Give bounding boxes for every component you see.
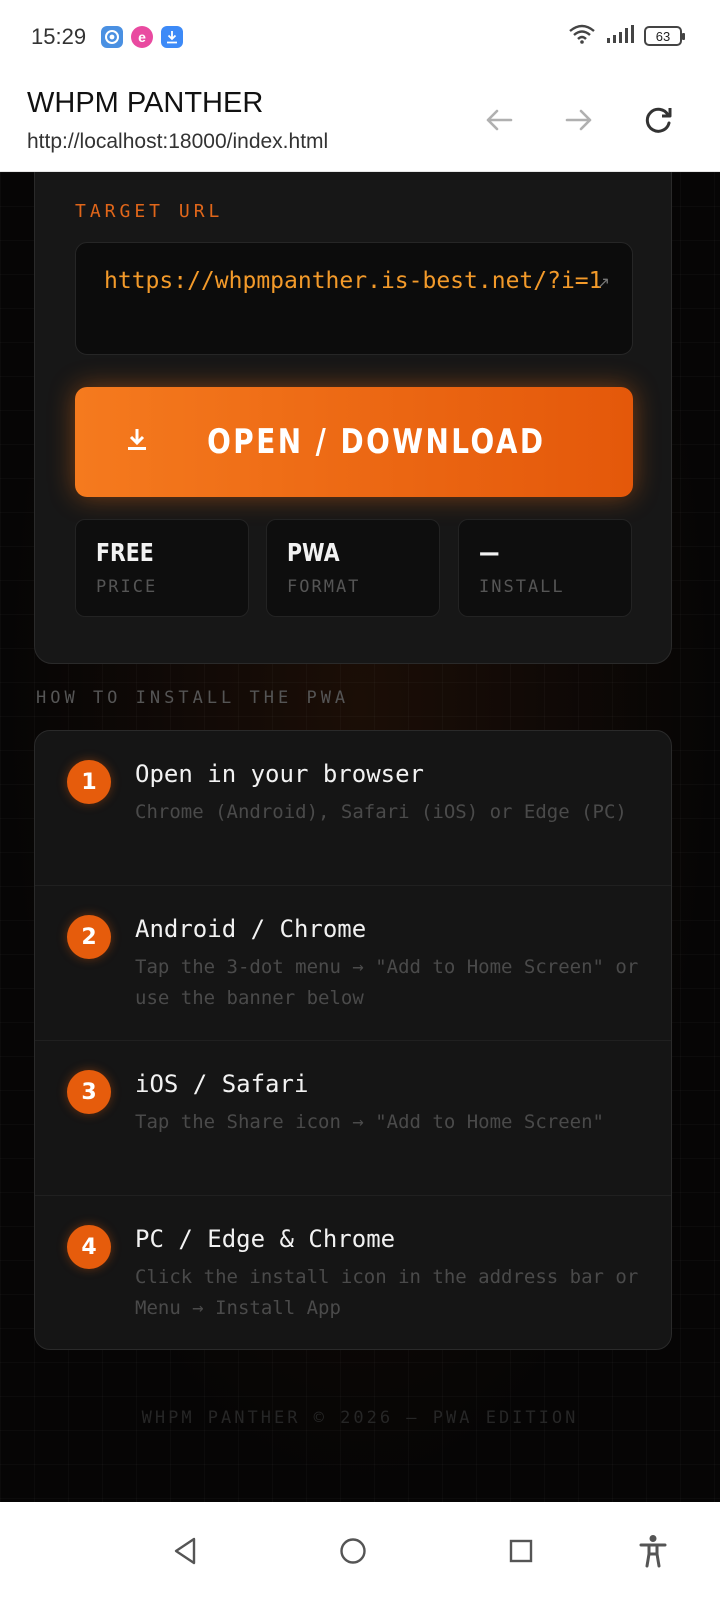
- install-steps: 1 Open in your browser Chrome (Android),…: [34, 730, 672, 1350]
- download-card: TARGET URL https://whpmpanther.is-best.n…: [34, 172, 672, 664]
- target-url-label: TARGET URL: [75, 201, 224, 222]
- step-title: iOS / Safari: [135, 1070, 309, 1098]
- target-url-box[interactable]: https://whpmpanther.is-best.net/?i=1 ↗: [75, 242, 633, 355]
- status-indicators: 63: [568, 24, 685, 48]
- stat-price: FREE PRICE: [75, 519, 249, 617]
- signal-icon: [606, 24, 634, 48]
- stat-format-value: PWA: [287, 538, 340, 567]
- step-description: Chrome (Android), Safari (iOS) or Edge (…: [135, 801, 627, 823]
- back-arrow-icon[interactable]: [477, 98, 521, 142]
- open-download-button[interactable]: OPEN / DOWNLOAD: [75, 387, 633, 497]
- external-link-icon[interactable]: ↗: [597, 273, 610, 292]
- wifi-icon: [568, 24, 596, 48]
- stat-install-value: —: [479, 538, 500, 567]
- step-number-badge: 2: [67, 915, 111, 959]
- nav-home-icon[interactable]: [336, 1534, 370, 1568]
- stat-format: PWA FORMAT: [266, 519, 440, 617]
- step-number-badge: 1: [67, 760, 111, 804]
- battery-icon: 63: [644, 26, 685, 46]
- step-description: Click the install icon in the address ba…: [135, 1266, 639, 1319]
- page-content: TARGET URL https://whpmpanther.is-best.n…: [0, 172, 720, 1502]
- download-icon: [161, 26, 183, 48]
- stat-install-label: INSTALL: [479, 577, 565, 597]
- step-title: Android / Chrome: [135, 915, 367, 943]
- install-step: 3 iOS / Safari Tap the Share icon → "Add…: [35, 1041, 671, 1196]
- stat-price-label: PRICE: [96, 577, 158, 597]
- install-section-title: HOW TO INSTALL THE PWA: [36, 688, 350, 708]
- system-nav-bar: [0, 1502, 720, 1600]
- step-number-badge: 3: [67, 1070, 111, 1114]
- accessibility-icon[interactable]: [636, 1534, 670, 1568]
- nav-back-icon[interactable]: [168, 1534, 202, 1568]
- step-number-badge: 4: [67, 1225, 111, 1269]
- install-step: 1 Open in your browser Chrome (Android),…: [35, 731, 671, 886]
- target-url-text[interactable]: https://whpmpanther.is-best.net/?i=1: [104, 265, 604, 297]
- browser-title: WHPM PANTHER: [27, 87, 264, 119]
- e-app-icon: e: [131, 26, 153, 48]
- download-icon: [126, 428, 148, 456]
- browser-header: WHPM PANTHER http://localhost:18000/inde…: [0, 74, 720, 172]
- status-bar: 15:29 e 63: [0, 0, 720, 74]
- stat-install: — INSTALL: [458, 519, 632, 617]
- footer-text: WHPM PANTHER © 2026 — PWA EDITION: [141, 1408, 579, 1428]
- open-download-label: OPEN / DOWNLOAD: [206, 422, 546, 462]
- nav-recents-icon[interactable]: [504, 1534, 538, 1568]
- step-description: Tap the Share icon → "Add to Home Screen…: [135, 1111, 604, 1133]
- install-step: 2 Android / Chrome Tap the 3-dot menu → …: [35, 886, 671, 1041]
- step-title: PC / Edge & Chrome: [135, 1225, 396, 1253]
- stat-format-label: FORMAT: [287, 577, 361, 597]
- reload-icon[interactable]: [637, 98, 681, 142]
- chrome-icon: [101, 26, 123, 48]
- step-description: Tap the 3-dot menu → "Add to Home Screen…: [135, 956, 639, 1009]
- status-time: 15:29: [31, 24, 87, 49]
- step-title: Open in your browser: [135, 760, 424, 788]
- forward-arrow-icon[interactable]: [557, 98, 601, 142]
- install-step: 4 PC / Edge & Chrome Click the install i…: [35, 1196, 671, 1349]
- browser-url[interactable]: http://localhost:18000/index.html: [27, 130, 328, 154]
- stat-price-value: FREE: [96, 538, 154, 567]
